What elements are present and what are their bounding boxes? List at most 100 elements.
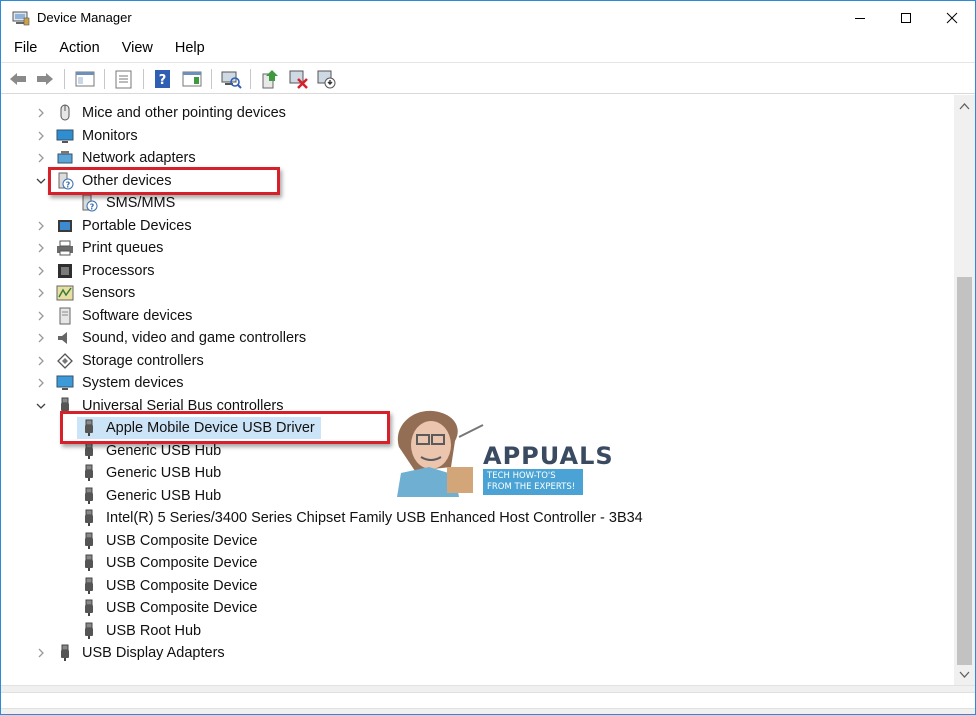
chevron-down-icon[interactable] — [35, 400, 47, 412]
disable-device-button[interactable] — [315, 68, 337, 90]
printer-icon — [57, 240, 73, 256]
tree-item-label: Processors — [82, 262, 155, 279]
help-icon: ? — [155, 70, 170, 88]
chevron-right-icon[interactable] — [35, 310, 47, 322]
tree-item-label: Generic USB Hub — [106, 487, 222, 504]
unknown-device-icon: ? — [82, 194, 98, 212]
mascot-icon — [397, 410, 484, 497]
close-button[interactable] — [929, 1, 975, 34]
update-driver-button[interactable] — [259, 68, 281, 90]
menu-view[interactable]: View — [116, 36, 159, 60]
appuals-watermark: APPUALS TECH HOW-TO'S FROM THE EXPERTS! — [393, 407, 613, 497]
chevron-right-icon[interactable] — [35, 107, 47, 119]
tree-device[interactable]: Intel(R) 5 Series/3400 Series Chipset Fa… — [1, 507, 941, 529]
chevron-right-icon[interactable] — [35, 242, 47, 254]
tree-item-label: USB Composite Device — [106, 600, 258, 616]
menu-file[interactable]: File — [8, 36, 43, 60]
speaker-icon — [58, 332, 67, 344]
tree-item-label: Network adapters — [82, 150, 196, 166]
tree-item-label: Sound, video and game controllers — [82, 330, 307, 346]
system-device-icon — [56, 375, 74, 390]
minimize-icon — [855, 17, 865, 19]
usb-icon — [85, 487, 93, 504]
scroll-down-icon[interactable] — [959, 669, 970, 680]
chevron-right-icon[interactable] — [35, 152, 47, 164]
tree-category[interactable]: Portable Devices — [1, 215, 941, 237]
chevron-right-icon[interactable] — [35, 355, 47, 367]
device-tree[interactable]: Mice and other pointing devices Monitors N… — [1, 95, 954, 685]
tree-device[interactable]: USB Composite Device — [1, 552, 941, 574]
tree-category[interactable]: Print queues — [1, 237, 941, 259]
tree-category[interactable]: USB Display Adapters — [1, 642, 941, 664]
uninstall-device-button[interactable] — [287, 68, 309, 90]
tree-category[interactable]: Network adapters — [1, 147, 941, 169]
uninstall-device-icon — [289, 70, 308, 89]
action-pane-button[interactable] — [181, 68, 203, 90]
annotation-box-other-devices — [48, 167, 280, 195]
tree-device[interactable]: ? SMS/MMS — [1, 192, 941, 214]
monitor-icon — [56, 129, 74, 143]
tree-category[interactable]: Software devices — [1, 305, 941, 327]
device-manager-window: Device Manager File Action View Help ? M… — [0, 0, 976, 715]
action-pane-icon — [182, 71, 202, 87]
status-bar — [1, 685, 975, 714]
usb-icon — [85, 532, 93, 549]
title-bar[interactable]: Device Manager — [1, 1, 975, 34]
window-title: Device Manager — [37, 10, 132, 25]
chevron-right-icon[interactable] — [35, 220, 47, 232]
properties-button[interactable] — [113, 68, 135, 90]
scrollbar-thumb[interactable] — [957, 277, 972, 665]
tree-category[interactable]: System devices — [1, 372, 941, 394]
tree-item-label: Portable Devices — [82, 217, 192, 234]
minimize-button[interactable] — [837, 1, 883, 34]
help-button[interactable]: ? — [152, 68, 174, 90]
chevron-right-icon[interactable] — [35, 287, 47, 299]
tree-device[interactable]: USB Composite Device — [1, 530, 941, 552]
chevron-right-icon[interactable] — [35, 332, 47, 344]
tree-device[interactable]: USB Composite Device — [1, 597, 941, 619]
watermark-tagline: TECH HOW-TO'S FROM THE EXPERTS! — [483, 469, 583, 495]
toolbar-separator — [64, 69, 65, 89]
tree-item-label: Sensors — [82, 285, 136, 301]
tree-category[interactable]: Mice and other pointing devices — [1, 102, 941, 124]
tree-item-label: Intel(R) 5 Series/3400 Series Chipset Fa… — [106, 510, 643, 526]
device-manager-app-icon — [12, 11, 30, 26]
chevron-right-icon[interactable] — [35, 377, 47, 389]
tree-category[interactable]: Storage controllers — [1, 350, 941, 372]
scroll-up-icon[interactable] — [959, 101, 970, 112]
tree-category[interactable]: Sound, video and game controllers — [1, 327, 941, 349]
status-bar-panel — [1, 692, 975, 709]
tree-item-label: USB Composite Device — [106, 577, 258, 594]
usb-icon — [85, 599, 93, 616]
tree-item-label: USB Display Adapters — [82, 645, 225, 661]
tree-category[interactable]: Sensors — [1, 282, 941, 304]
forward-button[interactable] — [34, 68, 56, 90]
usb-icon — [85, 554, 93, 571]
toolbar-separator — [104, 69, 105, 89]
back-button[interactable] — [7, 68, 29, 90]
chevron-right-icon[interactable] — [35, 130, 47, 142]
toolbar: ? — [1, 62, 975, 94]
tree-item-label: Print queues — [82, 240, 164, 256]
scan-hardware-button[interactable] — [220, 68, 242, 90]
vertical-scrollbar[interactable] — [954, 95, 975, 685]
tree-device[interactable]: USB Composite Device — [1, 575, 941, 597]
menu-action[interactable]: Action — [53, 36, 105, 60]
show-hide-console-tree-button[interactable] — [74, 68, 96, 90]
sensor-icon — [56, 285, 74, 301]
scan-hardware-icon — [221, 71, 242, 89]
back-icon — [10, 73, 26, 85]
forward-icon — [37, 73, 53, 85]
tree-category[interactable]: Processors — [1, 260, 941, 282]
tree-item-label: USB Composite Device — [106, 532, 258, 549]
show-hide-console-tree-icon — [75, 71, 95, 87]
tree-device[interactable]: USB Root Hub — [1, 620, 941, 642]
tree-item-label: Storage controllers — [82, 352, 204, 369]
chevron-right-icon[interactable] — [35, 647, 47, 659]
maximize-button[interactable] — [883, 1, 929, 34]
chevron-right-icon[interactable] — [35, 265, 47, 277]
tree-item-label: USB Composite Device — [106, 555, 258, 571]
tree-category[interactable]: Monitors — [1, 125, 941, 147]
menu-help[interactable]: Help — [169, 36, 211, 60]
chevron-down-icon[interactable] — [35, 175, 47, 187]
